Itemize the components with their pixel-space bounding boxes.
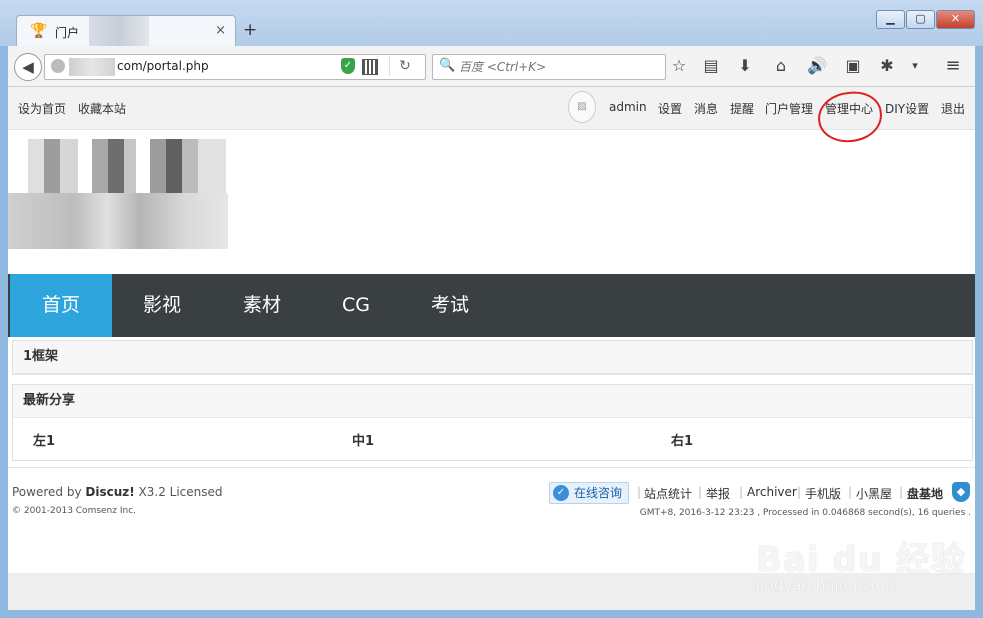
text-reader-icon[interactable]: ▣ xyxy=(842,55,864,77)
portal-manage-link[interactable]: 门户管理 xyxy=(765,100,813,117)
reading-list-icon[interactable]: ▤ xyxy=(700,55,722,77)
watermark-brand: Bai du 经验 xyxy=(756,540,966,580)
nav-cg[interactable]: CG xyxy=(312,274,400,337)
site-logo-pixelated-lower xyxy=(8,193,228,249)
separator: | xyxy=(848,485,853,499)
main-navigation: 首页 影视 素材 CG 考试 xyxy=(8,274,975,337)
reminders-link[interactable]: 提醒 xyxy=(730,100,754,117)
back-arrow-icon[interactable]: ◀ xyxy=(14,53,42,81)
mobile-link[interactable]: 手机版 xyxy=(805,485,841,502)
settings-link[interactable]: 设置 xyxy=(658,100,682,117)
separator: | xyxy=(698,485,703,499)
online-consult-label: 在线咨询 xyxy=(574,486,623,500)
search-input[interactable] xyxy=(457,57,661,77)
panjidi-link[interactable]: 盘基地 xyxy=(907,485,943,502)
column-middle: 中1 xyxy=(352,434,375,449)
nav-exam[interactable]: 考试 xyxy=(400,274,500,337)
redacted-tab-text xyxy=(89,16,149,48)
browser-toolbar: ◀ com/portal.php ✓ ↻ 🔍 ☆ ▤ ⬇ ⌂ 🔊 ▣ ✱ ▾ ≡ xyxy=(8,46,975,87)
title-bar: 🏆 门户 × + ▁ ▢ ✕ xyxy=(0,0,983,49)
separator: | xyxy=(637,485,642,499)
latest-share-box: 最新分享 左1 中1 右1 xyxy=(12,384,973,461)
speaker-icon[interactable]: 🔊 xyxy=(806,55,828,77)
latest-share-title: 最新分享 xyxy=(13,385,972,418)
archiver-link[interactable]: Archiver xyxy=(747,485,797,499)
browser-window: 🏆 门户 × + ▁ ▢ ✕ ◀ com/portal.php ✓ ↻ 🔍 ☆ … xyxy=(0,0,983,618)
browser-tab[interactable]: 🏆 门户 × xyxy=(16,15,236,49)
report-link[interactable]: 举报 xyxy=(706,485,730,502)
new-tab-button[interactable]: + xyxy=(243,20,257,40)
web-page: 设为首页 收藏本站 ▨ admin 设置 消息 提醒 门户管理 管理中心 DIY… xyxy=(8,87,975,573)
chat-icon: ✓ xyxy=(553,485,569,501)
shield-check-icon[interactable]: ✓ xyxy=(341,58,355,74)
logout-link[interactable]: 退出 xyxy=(941,100,965,117)
messages-link[interactable]: 消息 xyxy=(694,100,718,117)
chevron-down-icon[interactable]: ▾ xyxy=(904,55,926,77)
site-stats-link[interactable]: 站点统计 xyxy=(644,485,692,502)
home-icon[interactable]: ⌂ xyxy=(770,55,792,77)
hamburger-menu-icon[interactable]: ≡ xyxy=(942,55,964,77)
tab-title: 门户 xyxy=(55,26,80,40)
separator: | xyxy=(899,485,904,499)
globe-icon xyxy=(51,59,65,73)
search-box[interactable]: 🔍 xyxy=(432,54,666,80)
discuz-link[interactable]: Discuz! xyxy=(85,485,134,499)
minimize-button[interactable]: ▁ xyxy=(876,10,905,29)
set-homepage-link[interactable]: 设为首页 xyxy=(18,100,66,117)
reload-icon[interactable]: ↻ xyxy=(389,56,420,76)
star-bookmark-icon[interactable]: ☆ xyxy=(668,55,690,77)
watermark-domain: jingyan.baidu.com xyxy=(756,576,895,594)
annotation-circle xyxy=(815,88,885,146)
blacklist-link[interactable]: 小黑屋 xyxy=(856,485,892,502)
column-right: 右1 xyxy=(671,434,694,449)
frame-box-title: 1框架 xyxy=(13,341,972,374)
powered-suffix: X3.2 Licensed xyxy=(134,485,223,499)
nav-film[interactable]: 影视 xyxy=(112,274,212,337)
search-icon: 🔍 xyxy=(439,58,456,73)
security-badge-icon[interactable]: ◆ xyxy=(952,482,970,502)
nav-home[interactable]: 首页 xyxy=(10,274,112,337)
extension-icon[interactable]: ✱ xyxy=(876,55,898,77)
close-window-button[interactable]: ✕ xyxy=(936,10,975,29)
share-columns: 左1 中1 右1 xyxy=(13,418,972,460)
address-bar[interactable]: com/portal.php ✓ ↻ xyxy=(44,54,426,80)
powered-by: Powered by Discuz! X3.2 Licensed xyxy=(12,485,223,499)
copyright: © 2001-2013 Comsenz Inc. xyxy=(12,506,137,516)
column-left: 左1 xyxy=(33,434,56,449)
frame-box: 1框架 xyxy=(12,340,973,375)
nav-materials[interactable]: 素材 xyxy=(212,274,312,337)
qr-code-icon[interactable] xyxy=(362,59,378,75)
user-avatar[interactable]: ▨ xyxy=(568,91,596,123)
online-consult-button[interactable]: ✓ 在线咨询 xyxy=(549,482,630,504)
separator: | xyxy=(739,485,744,499)
processing-info: GMT+8, 2016-3-12 23:23 , Processed in 0.… xyxy=(639,508,971,518)
maximize-button[interactable]: ▢ xyxy=(906,10,935,29)
diy-settings-link[interactable]: DIY设置 xyxy=(885,100,929,117)
redacted-domain xyxy=(69,58,115,76)
download-arrow-icon[interactable]: ⬇ xyxy=(734,55,756,77)
powered-prefix: Powered by xyxy=(12,485,86,499)
separator: | xyxy=(797,485,802,499)
site-top-bar: 设为首页 收藏本站 ▨ admin 设置 消息 提醒 门户管理 管理中心 DIY… xyxy=(8,87,975,146)
address-url: com/portal.php xyxy=(117,59,209,73)
tab-close-icon[interactable]: × xyxy=(215,23,226,38)
username-link[interactable]: admin xyxy=(609,100,647,114)
trophy-favicon-icon: 🏆 xyxy=(30,23,48,39)
bookmark-site-link[interactable]: 收藏本站 xyxy=(78,100,126,117)
